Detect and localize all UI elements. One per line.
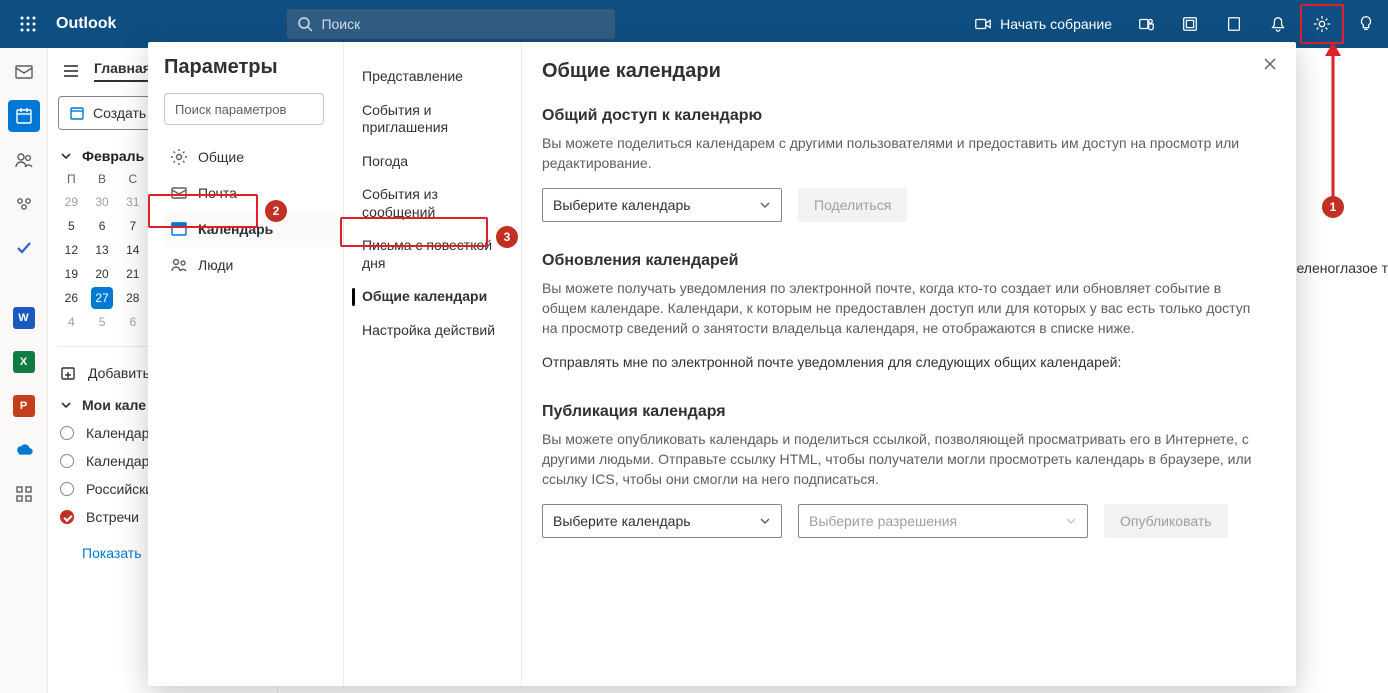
section-heading: Публикация календаря bbox=[542, 403, 1268, 421]
top-bar: Outlook Поиск Начать собрание bbox=[0, 0, 1388, 48]
select-permissions-dropdown[interactable]: Выберите разрешения bbox=[798, 504, 1088, 538]
publish-calendar-section: Публикация календаря Вы можете опубликов… bbox=[542, 403, 1268, 538]
excel-app-icon[interactable]: X bbox=[8, 346, 40, 378]
settings-dialog: Параметры Поиск параметров Общие Почта К… bbox=[148, 42, 1296, 686]
settings-search-input[interactable]: Поиск параметров bbox=[164, 93, 324, 125]
publish-button[interactable]: Опубликовать bbox=[1104, 504, 1228, 538]
settings-sub-weather[interactable]: Погода bbox=[344, 145, 521, 179]
notes-icon[interactable] bbox=[1212, 0, 1256, 48]
settings-sub-actions[interactable]: Настройка действий bbox=[344, 314, 521, 348]
annotation-box-1 bbox=[1300, 4, 1344, 44]
background-text-fragment: еленоглазое т bbox=[1296, 260, 1388, 276]
people-rail-icon[interactable] bbox=[8, 144, 40, 176]
calendar-updates-section: Обновления календарей Вы можете получать… bbox=[542, 252, 1268, 373]
settings-content: Общие календари Общий доступ к календарю… bbox=[522, 42, 1296, 686]
close-button[interactable] bbox=[1262, 56, 1278, 77]
brand-label: Outlook bbox=[56, 15, 116, 33]
section-heading: Обновления календарей bbox=[542, 252, 1268, 270]
groups-rail-icon[interactable] bbox=[8, 188, 40, 220]
section-description: Вы можете опубликовать календарь и подел… bbox=[542, 429, 1268, 490]
share-button[interactable]: Поделиться bbox=[798, 188, 907, 222]
bell-icon[interactable] bbox=[1256, 0, 1300, 48]
mail-rail-icon[interactable] bbox=[8, 56, 40, 88]
start-meeting-button[interactable]: Начать собрание bbox=[962, 0, 1124, 48]
section-heading: Общий доступ к календарю bbox=[542, 107, 1268, 125]
section-description: Вы можете поделиться календарем с другим… bbox=[542, 133, 1268, 174]
app-launcher-button[interactable] bbox=[4, 0, 52, 48]
powerpoint-app-icon[interactable]: P bbox=[8, 390, 40, 422]
chevron-down-icon bbox=[60, 399, 72, 411]
chevron-down-icon bbox=[759, 199, 771, 211]
month-label: Февраль 2 bbox=[82, 148, 156, 164]
chevron-down-icon bbox=[759, 515, 771, 527]
content-title: Общие календари bbox=[542, 60, 1268, 83]
settings-nav-general[interactable]: Общие bbox=[164, 139, 335, 175]
hamburger-icon[interactable] bbox=[62, 62, 80, 80]
gear-icon bbox=[170, 148, 188, 166]
word-app-icon[interactable]: W bbox=[8, 302, 40, 334]
calendar-rail-icon[interactable] bbox=[8, 100, 40, 132]
share-calendar-section: Общий доступ к календарю Вы можете подел… bbox=[542, 107, 1268, 222]
my-calendars-label: Мои кале bbox=[82, 397, 146, 413]
chevron-down-icon bbox=[60, 150, 72, 162]
settings-sub-events-from-msg[interactable]: События из сообщений bbox=[344, 178, 521, 229]
search-placeholder: Поиск bbox=[321, 16, 360, 32]
onedrive-app-icon[interactable] bbox=[8, 434, 40, 466]
more-apps-icon[interactable] bbox=[8, 478, 40, 510]
settings-sub-agenda-mail[interactable]: Письма с повесткой дня bbox=[344, 229, 521, 280]
chevron-down-icon bbox=[1065, 515, 1077, 527]
mail-icon bbox=[170, 184, 188, 202]
section-description: Отправлять мне по электронной почте увед… bbox=[542, 352, 1268, 372]
gear-icon[interactable] bbox=[1313, 15, 1331, 33]
settings-nav-mail[interactable]: Почта bbox=[164, 175, 335, 211]
settings-search-placeholder: Поиск параметров bbox=[175, 102, 286, 117]
tips-icon[interactable] bbox=[1344, 0, 1388, 48]
settings-sub-events[interactable]: События и приглашения bbox=[344, 94, 521, 145]
close-icon bbox=[1262, 56, 1278, 72]
settings-sub-view[interactable]: Представление bbox=[344, 60, 521, 94]
settings-title: Параметры bbox=[164, 56, 335, 79]
select-calendar-dropdown[interactable]: Выберите календарь bbox=[542, 188, 782, 222]
settings-nav-people[interactable]: Люди bbox=[164, 247, 335, 283]
search-input[interactable]: Поиск bbox=[286, 8, 616, 40]
settings-nav-primary: Параметры Поиск параметров Общие Почта К… bbox=[148, 42, 344, 686]
tab-home[interactable]: Главная bbox=[94, 60, 151, 82]
left-rail: W X P bbox=[0, 48, 48, 693]
settings-nav-calendar[interactable]: Календарь bbox=[164, 211, 335, 247]
calendar-icon bbox=[170, 220, 188, 238]
todo-rail-icon[interactable] bbox=[8, 232, 40, 264]
settings-nav-secondary: Представление События и приглашения Пого… bbox=[344, 42, 522, 686]
teams-icon[interactable] bbox=[1124, 0, 1168, 48]
start-meeting-label: Начать собрание bbox=[1000, 16, 1112, 32]
section-description: Вы можете получать уведомления по электр… bbox=[542, 278, 1268, 339]
select-calendar-dropdown[interactable]: Выберите календарь bbox=[542, 504, 782, 538]
calendar-plus-icon bbox=[69, 105, 85, 121]
calendar-add-icon bbox=[60, 365, 76, 381]
settings-sub-shared-calendars[interactable]: Общие календари bbox=[344, 280, 521, 314]
people-icon bbox=[170, 256, 188, 274]
add-calendar-label: Добавить bbox=[88, 365, 150, 381]
addin-icon[interactable] bbox=[1168, 0, 1212, 48]
